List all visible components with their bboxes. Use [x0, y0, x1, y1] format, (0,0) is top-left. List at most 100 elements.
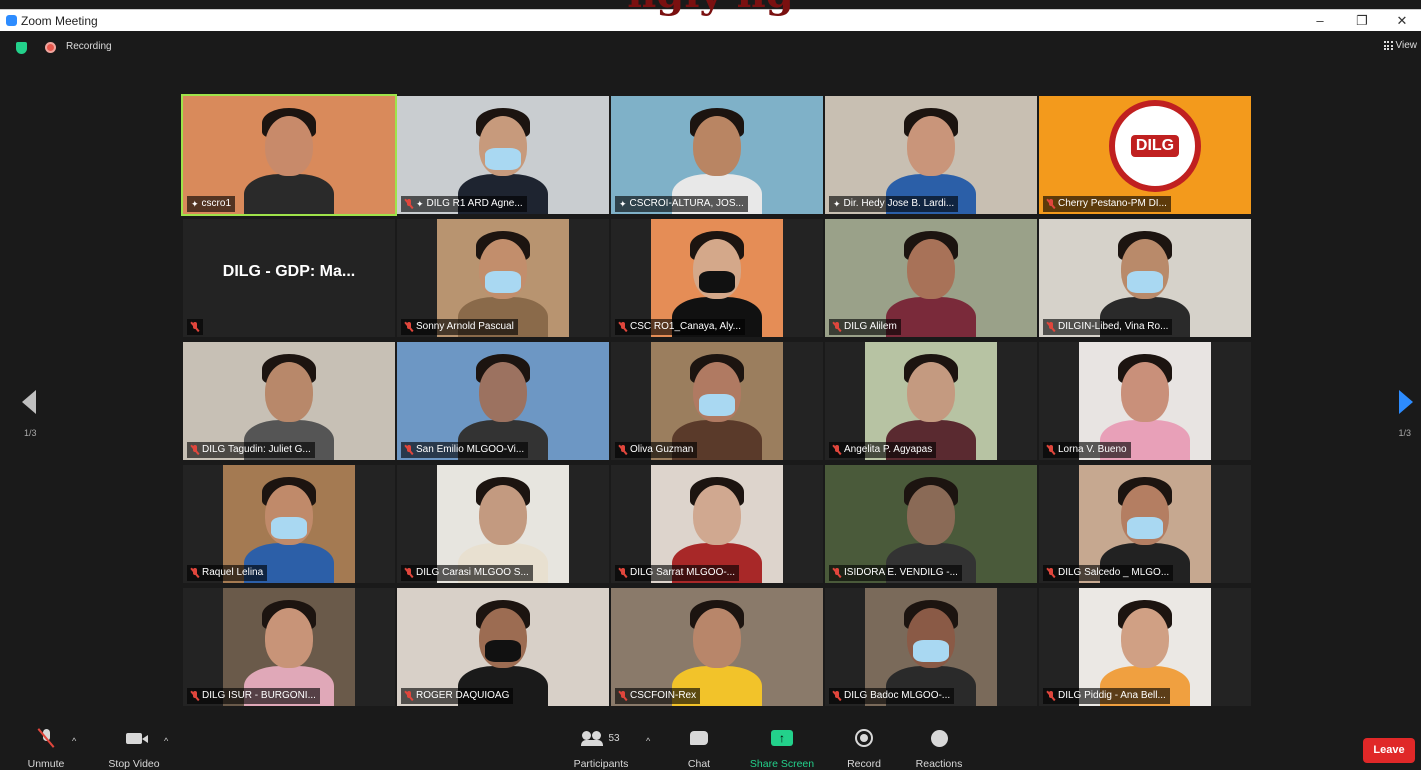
participant-tile[interactable]: San Emilio MLGOO-Vi... [397, 342, 609, 460]
face-mask [485, 148, 521, 170]
participant-name: ISIDORA E. VENDILG -... [844, 567, 958, 578]
record-button[interactable]: Record [840, 726, 888, 770]
participant-name-label: DILG ISUR - BURGONI... [187, 688, 320, 704]
audio-options-chevron-icon[interactable]: ^ [72, 736, 76, 746]
view-button[interactable]: View [1383, 40, 1417, 51]
participant-tile[interactable]: ✦ CSCROI-ALTURA, JOS... [611, 96, 823, 214]
participant-name: ROGER DAQUIOAG [416, 690, 510, 701]
participant-name-label: Sonny Arnold Pascual [401, 319, 518, 335]
participant-name-label: CSC RO1_Canaya, Aly... [615, 319, 745, 335]
zoom-app-icon [6, 15, 17, 26]
participant-tile[interactable]: Raquel Lelina [183, 465, 395, 583]
muted-mic-icon [405, 199, 413, 209]
chat-icon [690, 731, 708, 745]
participant-name: DILG Tagudin: Juliet G... [202, 444, 311, 455]
recording-label: Recording [66, 41, 112, 52]
overlay-banner-text: ngly ng [0, 0, 1421, 14]
participant-tile[interactable]: ✦ DILG R1 ARD Agne... [397, 96, 609, 214]
next-page-arrow-icon[interactable] [1399, 390, 1413, 414]
participant-name: CSC RO1_Canaya, Aly... [630, 321, 741, 332]
participant-name: San Emilio MLGOO-Vi... [416, 444, 525, 455]
participant-name: DILG R1 ARD Agne... [426, 198, 523, 209]
reactions-button[interactable]: Reactions [910, 726, 968, 770]
participant-tile[interactable]: CSC RO1_Canaya, Aly... [611, 219, 823, 337]
participant-face [907, 116, 955, 176]
participant-name: DILG Badoc MLGOO-... [844, 690, 951, 701]
participant-tile[interactable]: DILG ISUR - BURGONI... [183, 588, 395, 706]
participant-tile[interactable]: DILG Carasi MLGOO S... [397, 465, 609, 583]
participant-name: CSCFOIN-Rex [630, 690, 697, 701]
record-icon [855, 729, 873, 747]
participants-button[interactable]: 53 Participants [566, 726, 636, 770]
participant-tile[interactable]: Lorna V. Bueno [1039, 342, 1251, 460]
participant-tile[interactable]: ISIDORA E. VENDILG -... [825, 465, 1037, 583]
participant-name: Dir. Hedy Jose B. Lardi... [843, 198, 955, 209]
unmute-button[interactable]: Unmute [18, 726, 74, 770]
participant-tile[interactable]: CSCFOIN-Rex [611, 588, 823, 706]
participant-name: Sonny Arnold Pascual [416, 321, 514, 332]
participant-tile[interactable]: DILG Tagudin: Juliet G... [183, 342, 395, 460]
dilg-logo-text: DILG [1130, 135, 1180, 157]
participant-tile[interactable]: Sonny Arnold Pascual [397, 219, 609, 337]
previous-page-arrow-icon[interactable] [22, 390, 36, 414]
muted-mic-icon [619, 691, 627, 701]
face-mask [485, 640, 521, 662]
participant-name-label [187, 319, 203, 335]
page-indicator-left: 1/3 [24, 428, 37, 438]
participant-tile[interactable]: DILG Piddig - Ana Bell... [1039, 588, 1251, 706]
muted-mic-icon [833, 445, 841, 455]
participant-tile[interactable]: DILG Badoc MLGOO-... [825, 588, 1037, 706]
face-mask [699, 271, 735, 293]
participant-name: cscro1 [201, 198, 231, 209]
chat-button[interactable]: Chat [678, 726, 720, 770]
participant-name: DILGIN-Libed, Vina Ro... [1058, 321, 1169, 332]
participant-tile[interactable]: ✦ Dir. Hedy Jose B. Lardi... [825, 96, 1037, 214]
muted-mic-icon [1047, 445, 1055, 455]
video-options-chevron-icon[interactable]: ^ [164, 736, 168, 746]
muted-mic-icon [405, 691, 413, 701]
participant-name-label: San Emilio MLGOO-Vi... [401, 442, 529, 458]
muted-mic-icon [1047, 568, 1055, 578]
face-mask [1127, 517, 1163, 539]
participant-tile[interactable]: Angelita P. Agyapas [825, 342, 1037, 460]
participant-tile[interactable]: DILG Alilem [825, 219, 1037, 337]
unmute-label: Unmute [27, 758, 65, 770]
share-screen-button[interactable]: ↑ Share Screen [746, 726, 818, 770]
muted-microphone-icon [36, 728, 56, 748]
meeting-toolbar: Unmute ^ Stop Video ^ 53 Participants ^ … [0, 726, 1421, 770]
participant-name-label: ✦ DILG R1 ARD Agne... [401, 196, 527, 212]
participant-name: DILG Piddig - Ana Bell... [1058, 690, 1166, 701]
participant-name-label: Cherry Pestano-PM DI... [1043, 196, 1171, 212]
participants-options-chevron-icon[interactable]: ^ [646, 736, 650, 746]
muted-mic-icon [191, 322, 199, 332]
meeting-status-bar: Recording View [0, 31, 1421, 63]
participant-tile[interactable]: ✦ cscro1 [181, 94, 397, 216]
participant-tile[interactable]: DILG Sarrat MLGOO-... [611, 465, 823, 583]
participant-tile[interactable]: DILGIN-Libed, Vina Ro... [1039, 219, 1251, 337]
muted-mic-icon [833, 568, 841, 578]
participant-name: Oliva Guzman [630, 444, 694, 455]
participant-tile[interactable]: DILG - GDP: Ma... [183, 219, 395, 337]
participant-tile[interactable]: Oliva Guzman [611, 342, 823, 460]
participant-name-label: DILG Badoc MLGOO-... [829, 688, 955, 704]
leave-button[interactable]: Leave [1363, 738, 1415, 763]
participant-tile[interactable]: ROGER DAQUIOAG [397, 588, 609, 706]
muted-mic-icon [1047, 322, 1055, 332]
muted-mic-icon [1047, 691, 1055, 701]
participant-name: DILG ISUR - BURGONI... [202, 690, 316, 701]
participant-name: CSCROI-ALTURA, JOS... [629, 198, 744, 209]
participant-name: DILG Carasi MLGOO S... [416, 567, 529, 578]
muted-mic-icon [191, 691, 199, 701]
participant-tile[interactable]: DILG Salcedo _ MLGO... [1039, 465, 1251, 583]
encryption-shield-icon[interactable] [16, 42, 27, 54]
pin-icon: ✦ [619, 199, 627, 209]
muted-mic-icon [833, 322, 841, 332]
participant-face [265, 362, 313, 422]
participant-face [907, 239, 955, 299]
participants-count: 53 [608, 732, 620, 744]
participant-name-label: ROGER DAQUIOAG [401, 688, 514, 704]
stop-video-button[interactable]: Stop Video [100, 726, 168, 770]
participant-tile[interactable]: DILG Cherry Pestano-PM DI... [1039, 96, 1251, 214]
participant-name: Lorna V. Bueno [1058, 444, 1127, 455]
face-mask [271, 517, 307, 539]
